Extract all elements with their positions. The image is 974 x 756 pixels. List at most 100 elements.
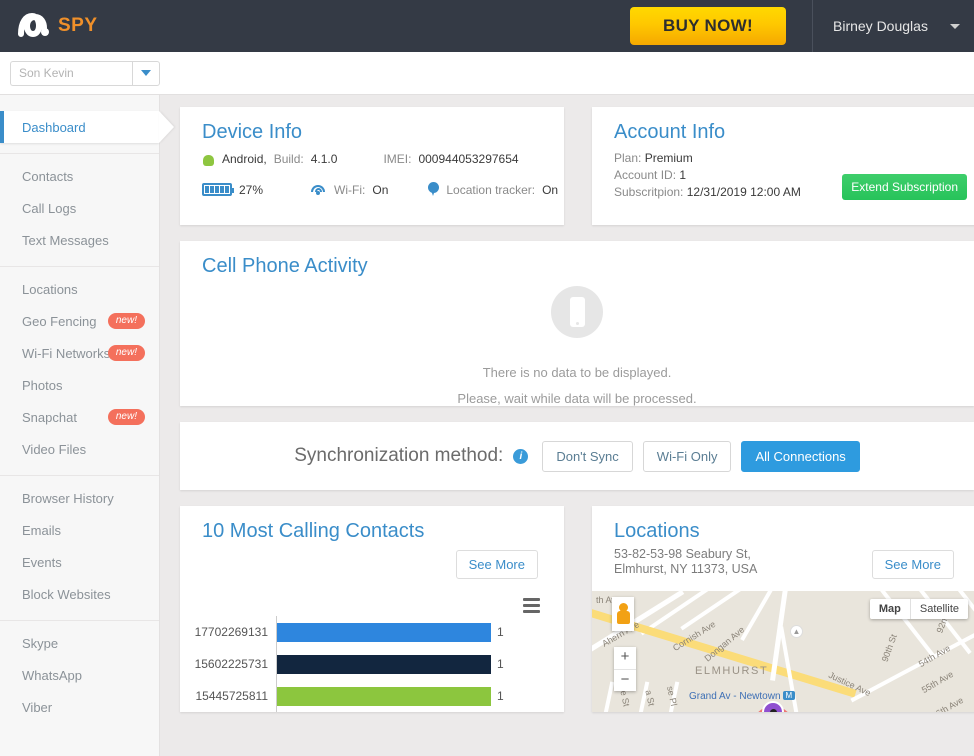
activity-row: Cell Phone Activity There is no data to … [180, 241, 974, 406]
sidebar-item-photos[interactable]: Photos [0, 369, 159, 401]
device-select-value[interactable]: Son Kevin [10, 60, 132, 86]
sidebar-item-label: Locations [22, 281, 78, 297]
sidebar-item-label: Text Messages [22, 232, 109, 248]
map-road [593, 681, 615, 712]
device-os-label: Android, [222, 152, 267, 166]
sidebar-item-label: Wi-Fi Networks [22, 345, 111, 361]
device-select-arrow[interactable] [132, 60, 160, 86]
sidebar-item-contacts[interactable]: Contacts [0, 160, 159, 192]
sidebar-item-label: Emails [22, 522, 62, 538]
sidebar-item-label: Events [22, 554, 62, 570]
empty-state: There is no data to be displayed. Please… [180, 286, 974, 412]
see-more-button[interactable]: See More [871, 550, 954, 579]
user-menu[interactable]: Birney Douglas [812, 0, 960, 52]
panel-title: 10 Most Calling Contacts [202, 520, 425, 542]
map-street-label: a St [643, 689, 657, 707]
sidebar-navigation: Dashboard Contacts Call Logs Text Messag… [0, 95, 160, 756]
sidebar-item-snapchat[interactable]: Snapchat new! [0, 401, 159, 433]
map-zoom-control[interactable]: + − [614, 647, 636, 691]
mspy-logo-icon [18, 12, 52, 39]
chart-category-label: 17702269131 [194, 625, 268, 639]
account-id-value: 1 [679, 168, 687, 182]
account-id-label: Account ID: [614, 168, 677, 182]
wifi-value: On [372, 182, 389, 197]
sidebar-item-label: Skype [22, 635, 59, 651]
sync-option-wifi-only[interactable]: Wi-Fi Only [642, 440, 732, 472]
calling-contacts-bar-chart: 17702269131 1 15602225731 1 15445725811 … [180, 616, 564, 712]
map-zoom-out-button[interactable]: − [614, 669, 636, 691]
buy-now-container: BUY NOW! [630, 7, 786, 45]
empty-message-line1: There is no data to be displayed. [482, 365, 672, 380]
account-plan-row: Plan: Premium [614, 150, 974, 167]
map-type-map[interactable]: Map [869, 599, 910, 619]
sidebar-group-messengers: Skype WhatsApp Viber [0, 621, 159, 733]
sidebar-item-viber[interactable]: Viber [0, 691, 159, 723]
sidebar-item-label: WhatsApp [22, 667, 82, 683]
sidebar-item-wifi-networks[interactable]: Wi-Fi Networks new! [0, 337, 159, 369]
map-place-label: ELMHURST [695, 665, 769, 677]
location-tracker-value: On [542, 182, 559, 197]
sync-option-all-connections[interactable]: All Connections [741, 440, 860, 472]
bottom-row: 10 Most Calling Contacts See More 177022… [180, 506, 974, 712]
sidebar-item-geo-fencing[interactable]: Geo Fencing new! [0, 305, 159, 337]
sidebar-item-video-files[interactable]: Video Files [0, 433, 159, 465]
info-icon[interactable]: i [513, 448, 529, 464]
mspy-dashboard: SPY BUY NOW! Birney Douglas Son Kevin Da… [0, 0, 974, 756]
sync-method-label: Synchronization method: [294, 445, 504, 466]
sidebar-item-whatsapp[interactable]: WhatsApp [0, 659, 159, 691]
sidebar-group-internet: Browser History Emails Events Block Webs… [0, 476, 159, 621]
sync-option-dont-sync[interactable]: Don't Sync [542, 440, 633, 472]
most-calling-contacts-panel: 10 Most Calling Contacts See More 177022… [180, 506, 564, 712]
sidebar-item-block-websites[interactable]: Block Websites [0, 578, 159, 610]
device-build-value: 4.1.0 [310, 152, 338, 166]
buy-now-button[interactable]: BUY NOW! [630, 7, 786, 45]
wifi-label: Wi-Fi: [334, 182, 366, 197]
location-tracker-label: Location tracker: [446, 182, 536, 197]
location-marker-icon[interactable] [762, 701, 784, 712]
map-zoom-in-button[interactable]: + [614, 647, 636, 669]
sidebar-group-main: Dashboard [0, 105, 159, 154]
main-content: Device Info Android, Build: 4.1.0 IMEI: … [160, 95, 974, 756]
chart-value-label: 1 [497, 657, 504, 671]
sidebar-item-call-logs[interactable]: Call Logs [0, 192, 159, 224]
top-header-bar: SPY BUY NOW! Birney Douglas [0, 0, 974, 52]
plan-value: Premium [644, 151, 693, 165]
map-type-control[interactable]: Map Satellite [869, 599, 968, 619]
device-imei: IMEI: 000944053297654 [383, 152, 518, 166]
device-os: Android, Build: 4.1.0 [202, 152, 337, 166]
chart-bar-row: 15602225731 1 [180, 648, 564, 680]
account-info-panel: Account Info Plan: Premium Account ID: 1… [592, 107, 974, 225]
extend-subscription-button[interactable]: Extend Subscription [842, 174, 967, 200]
sidebar-item-label: Viber [22, 699, 53, 715]
wifi-icon [311, 184, 327, 196]
sidebar-item-skype[interactable]: Skype [0, 627, 159, 659]
sidebar-item-label: Photos [22, 377, 63, 393]
map-type-satellite[interactable]: Satellite [909, 599, 968, 619]
subscription-value: 12/31/2019 12:00 AM [686, 185, 801, 199]
location-map[interactable]: th Av Ahern Ave Cornish Ave Dongan Ave E… [592, 591, 974, 712]
sidebar-item-label: Geo Fencing [22, 313, 97, 329]
panel-title: Account Info [614, 121, 726, 143]
subscription-label: Subscritpion: [614, 185, 684, 199]
sidebar-item-events[interactable]: Events [0, 546, 159, 578]
map-street-label: 56th Ave [929, 694, 966, 712]
chevron-down-icon[interactable] [949, 23, 960, 29]
sidebar-item-emails[interactable]: Emails [0, 514, 159, 546]
imei-label: IMEI: [383, 152, 412, 166]
panel-title: Cell Phone Activity [202, 255, 368, 277]
plan-label: Plan: [614, 151, 642, 165]
cell-phone-activity-panel: Cell Phone Activity There is no data to … [180, 241, 974, 406]
user-name-label: Birney Douglas [833, 18, 928, 34]
hamburger-menu-icon[interactable] [523, 598, 540, 616]
sidebar-item-dashboard[interactable]: Dashboard [0, 111, 159, 143]
sidebar-item-locations[interactable]: Locations [0, 273, 159, 305]
street-view-pegman-icon[interactable] [612, 597, 634, 631]
sidebar-item-label: Snapchat [22, 409, 77, 425]
see-more-button[interactable]: See More [455, 550, 538, 579]
device-select[interactable]: Son Kevin [10, 60, 160, 86]
chart-bar-row: 17702269131 1 [180, 616, 564, 648]
brand-logo[interactable]: SPY [0, 12, 98, 39]
sidebar-item-browser-history[interactable]: Browser History [0, 482, 159, 514]
sidebar-item-text-messages[interactable]: Text Messages [0, 224, 159, 256]
new-badge: new! [107, 345, 145, 361]
